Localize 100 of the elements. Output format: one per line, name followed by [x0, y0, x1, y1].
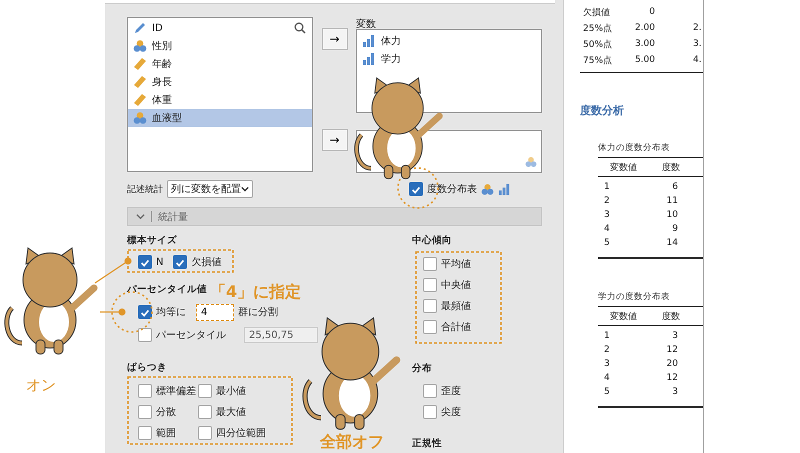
- variable-item[interactable]: 体重: [128, 91, 312, 109]
- bars-icon: [362, 34, 376, 48]
- checkbox[interactable]: [423, 278, 437, 292]
- ruler-icon: [133, 93, 147, 107]
- table-cell: 11: [666, 196, 678, 206]
- variable-item[interactable]: ID: [128, 19, 312, 37]
- ruler-icon: [133, 57, 147, 71]
- circles-icon: [481, 182, 494, 196]
- option-label: 最小値: [216, 384, 246, 398]
- option-label: 分散: [156, 406, 176, 419]
- table-cell: 20: [666, 359, 678, 369]
- checkbox[interactable]: [198, 426, 212, 440]
- callout-text: オン: [26, 376, 56, 395]
- table-cell: 3: [672, 387, 678, 397]
- checkbox[interactable]: [138, 255, 152, 269]
- option-label: 度数分布表: [427, 182, 477, 196]
- column-header: 度数: [662, 162, 680, 174]
- checkbox[interactable]: [409, 182, 423, 196]
- checkbox[interactable]: [138, 305, 152, 319]
- callout-text: 全部オフ: [320, 432, 384, 453]
- panel-splitter[interactable]: [555, 0, 564, 453]
- group-title: パーセンタイル値: [127, 283, 207, 295]
- checkbox[interactable]: [198, 405, 212, 419]
- column-header: 変数値: [610, 310, 637, 322]
- option-label: 最大値: [216, 406, 246, 419]
- option-label: 欠損値: [191, 256, 222, 269]
- group-title: 中心傾向: [412, 234, 452, 246]
- option-label: 標準偏差: [156, 384, 196, 398]
- column-header: 変数値: [610, 162, 637, 174]
- checkbox[interactable]: [173, 255, 188, 269]
- table-cell-text: 75%点: [583, 54, 612, 66]
- checkbox[interactable]: [138, 384, 152, 398]
- variable-item[interactable]: 血液型: [128, 109, 312, 127]
- checkbox[interactable]: [423, 405, 437, 419]
- dashed-circle: [397, 167, 439, 209]
- variable-item[interactable]: 学力: [357, 50, 541, 68]
- table-title: 体力の度数分布表: [598, 142, 703, 158]
- variable-item[interactable]: 身長: [128, 73, 312, 91]
- table-cell-text: 50%点: [583, 38, 612, 50]
- table-cell: 9: [672, 224, 678, 234]
- option-label: 四分位範囲: [216, 427, 266, 440]
- checkbox[interactable]: [138, 405, 152, 419]
- checkbox[interactable]: [198, 384, 212, 398]
- checkbox[interactable]: [423, 320, 437, 334]
- table-cell: 5: [604, 238, 610, 248]
- table-cell: 12: [666, 373, 678, 383]
- checkbox[interactable]: [423, 299, 437, 313]
- option-label: 歪度: [441, 384, 461, 398]
- checkbox[interactable]: [423, 257, 437, 271]
- percentile-field[interactable]: 25,50,75: [244, 327, 318, 343]
- option-label: 合計値: [441, 320, 471, 334]
- section-header[interactable]: 統計量: [127, 207, 542, 226]
- layout-select[interactable]: 列に変数を配置: [167, 180, 253, 198]
- variable-item[interactable]: 年齢: [128, 55, 312, 73]
- option-label: 中央値: [441, 278, 471, 292]
- search-icon[interactable]: [294, 22, 306, 34]
- group-title: 標本サイズ: [127, 234, 177, 246]
- layout-label: 記述統計: [127, 184, 163, 196]
- table-cell: 2.: [693, 23, 702, 33]
- table-title: 学力の度数分布表: [598, 291, 703, 307]
- bars-icon: [362, 52, 376, 66]
- bars-icon: [498, 182, 511, 196]
- table-cell: 4.: [693, 55, 702, 65]
- table-cell: 14: [666, 238, 678, 248]
- table-cell: 4: [604, 373, 610, 383]
- table-cell: 2.00: [634, 23, 655, 33]
- table-cell: 0: [649, 7, 655, 17]
- move-button[interactable]: →: [322, 129, 348, 151]
- table-cell-text: 25%点: [583, 22, 612, 34]
- caret-icon: [241, 185, 249, 193]
- move-button[interactable]: →: [322, 28, 348, 50]
- table-cell: 6: [672, 182, 678, 192]
- option-label: 最頻値: [441, 300, 471, 313]
- table-cell: 3.00: [634, 39, 655, 49]
- table-cell: 2: [604, 196, 610, 206]
- option-label: 群に分割: [238, 306, 278, 319]
- checkbox[interactable]: [423, 384, 437, 398]
- option-label: パーセンタイル: [156, 329, 226, 342]
- table-cell: 1: [604, 331, 610, 341]
- table-cell: 3.: [693, 39, 702, 49]
- number-field[interactable]: 4: [196, 304, 234, 320]
- box-label: 変数: [356, 18, 377, 29]
- circles-icon: [133, 111, 147, 125]
- table-cell: 3: [604, 210, 610, 220]
- table-cell: 1: [604, 182, 610, 192]
- table-cell: 4: [604, 224, 610, 234]
- circles-icon: [525, 156, 537, 168]
- checkbox[interactable]: [138, 328, 152, 342]
- table-cell: 10: [666, 210, 678, 220]
- option-label: 平均値: [441, 258, 471, 271]
- variable-item[interactable]: 性別: [128, 37, 312, 55]
- checkbox[interactable]: [138, 426, 152, 440]
- table-cell: 5: [604, 387, 610, 397]
- table-cell: 12: [666, 345, 678, 355]
- circles-icon: [133, 39, 147, 53]
- option-label: 尖度: [441, 406, 461, 419]
- table-cell: 3: [604, 359, 610, 369]
- table-cell-text: 欠損値: [583, 6, 610, 18]
- option-label: 均等に: [156, 306, 186, 319]
- variable-item[interactable]: 体力: [357, 32, 541, 50]
